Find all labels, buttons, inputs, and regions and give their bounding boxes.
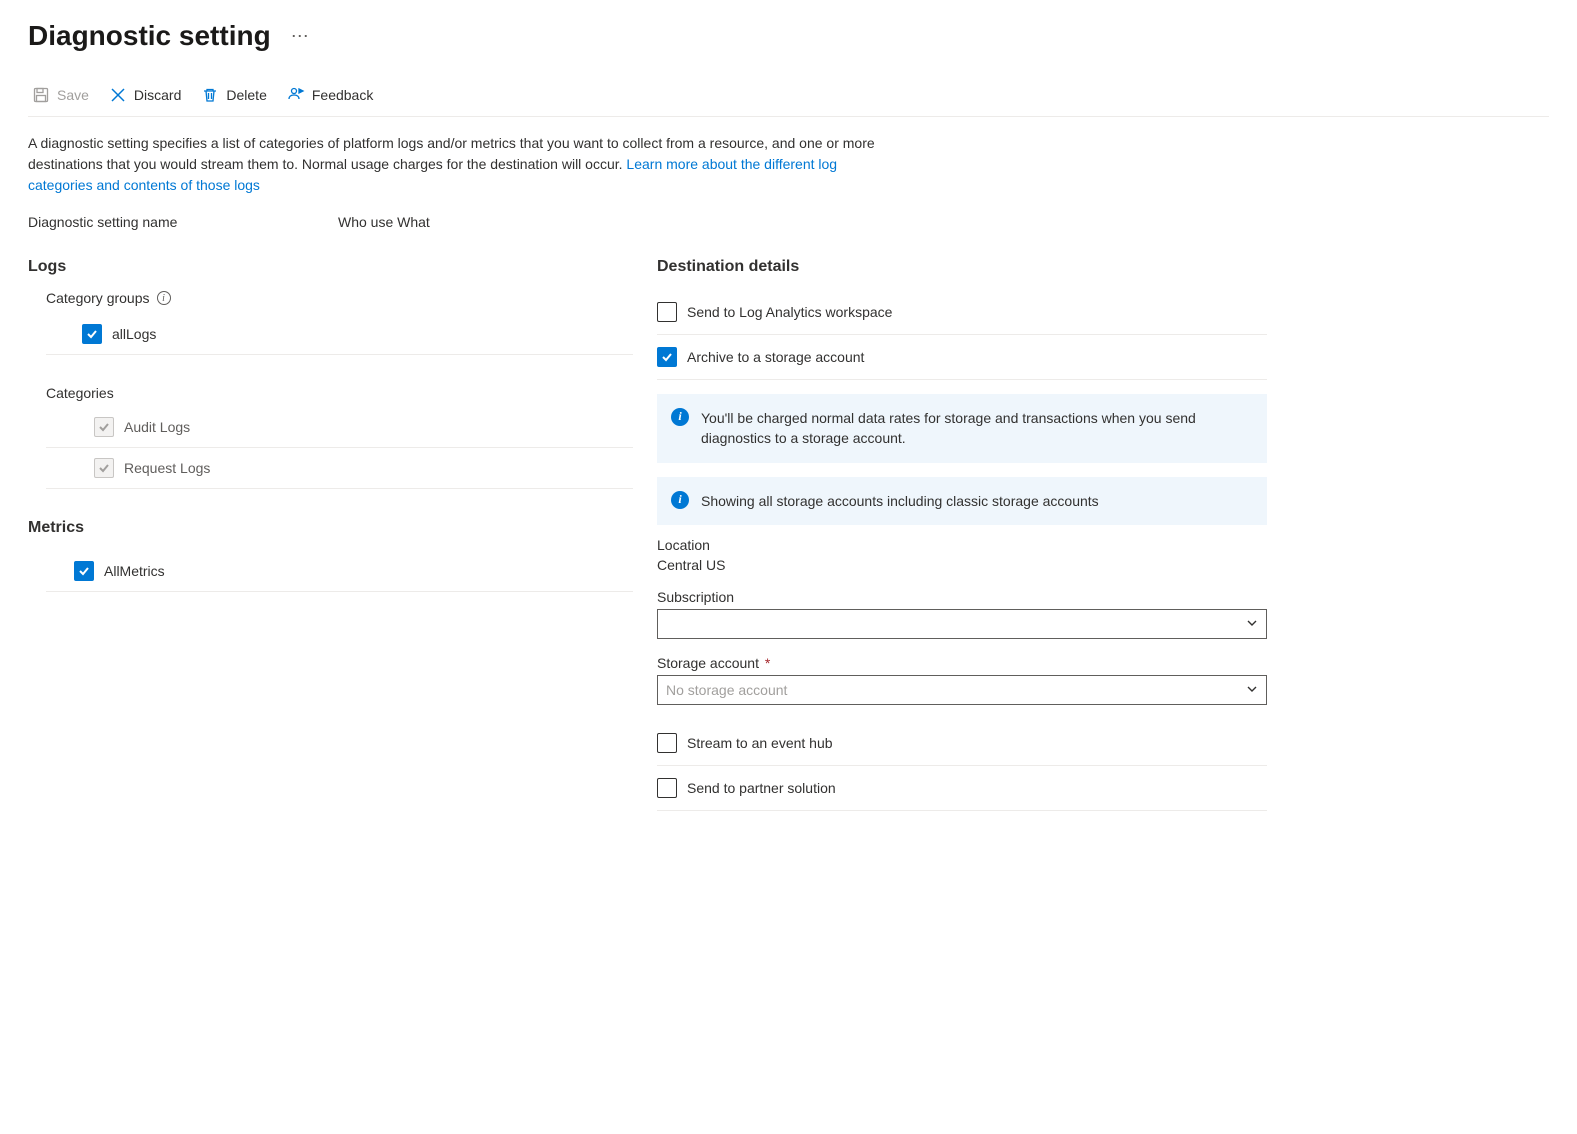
category-row-request: Request Logs: [46, 448, 633, 489]
alllogs-row: allLogs: [46, 314, 633, 355]
info-icon: i: [671, 491, 689, 509]
metrics-heading: Metrics: [28, 519, 633, 537]
audit-checkbox: [94, 417, 114, 437]
close-icon: [109, 86, 127, 104]
eventhub-checkbox[interactable]: [657, 733, 677, 753]
category-row-audit: Audit Logs: [46, 407, 633, 448]
storage-account-placeholder: No storage account: [666, 682, 787, 698]
alllogs-checkbox[interactable]: [82, 324, 102, 344]
dest-partner-row: Send to partner solution: [657, 766, 1267, 811]
subscription-select[interactable]: [657, 609, 1267, 639]
feedback-label: Feedback: [312, 87, 373, 103]
chevron-down-icon: [1246, 682, 1258, 698]
partner-label: Send to partner solution: [687, 780, 836, 796]
feedback-icon: [287, 86, 305, 104]
allmetrics-checkbox[interactable]: [74, 561, 94, 581]
discard-button[interactable]: Discard: [109, 86, 181, 104]
dest-storage-row: Archive to a storage account: [657, 335, 1267, 380]
storage-label: Archive to a storage account: [687, 349, 864, 365]
audit-label: Audit Logs: [124, 419, 190, 435]
save-label: Save: [57, 87, 89, 103]
request-checkbox: [94, 458, 114, 478]
trash-icon: [201, 86, 219, 104]
subscription-label: Subscription: [657, 589, 1267, 605]
delete-button[interactable]: Delete: [201, 86, 266, 104]
storage-info-2: i Showing all storage accounts including…: [657, 477, 1267, 525]
discard-label: Discard: [134, 87, 181, 103]
toolbar: Save Discard Delete Feedback: [28, 78, 1549, 117]
category-groups-text: Category groups: [46, 290, 150, 306]
storage-info-1: i You'll be charged normal data rates fo…: [657, 394, 1267, 463]
setting-name-value: Who use What: [338, 214, 430, 230]
allmetrics-label: AllMetrics: [104, 563, 165, 579]
storage-account-label-text: Storage account: [657, 655, 759, 671]
storage-checkbox[interactable]: [657, 347, 677, 367]
allmetrics-row: AllMetrics: [46, 551, 633, 592]
feedback-button[interactable]: Feedback: [287, 86, 373, 104]
chevron-down-icon: [1246, 616, 1258, 632]
request-label: Request Logs: [124, 460, 210, 476]
partner-checkbox[interactable]: [657, 778, 677, 798]
setting-name-label: Diagnostic setting name: [28, 214, 338, 230]
log-analytics-checkbox[interactable]: [657, 302, 677, 322]
info-icon[interactable]: i: [157, 291, 171, 305]
location-label: Location: [657, 537, 1267, 553]
description-text: A diagnostic setting specifies a list of…: [28, 133, 888, 196]
more-actions-icon[interactable]: ⋯: [291, 26, 311, 47]
save-icon: [32, 86, 50, 104]
storage-account-label: Storage account *: [657, 655, 1267, 671]
save-button[interactable]: Save: [32, 86, 89, 104]
destinations-heading: Destination details: [657, 258, 1267, 276]
log-analytics-label: Send to Log Analytics workspace: [687, 304, 892, 320]
category-groups-label: Category groups i: [46, 290, 633, 306]
logs-heading: Logs: [28, 258, 633, 276]
storage-account-select[interactable]: No storage account: [657, 675, 1267, 705]
dest-eventhub-row: Stream to an event hub: [657, 721, 1267, 766]
info-icon: i: [671, 408, 689, 426]
page-title: Diagnostic setting: [28, 20, 271, 52]
categories-label: Categories: [46, 385, 633, 401]
location-value: Central US: [657, 557, 1267, 573]
eventhub-label: Stream to an event hub: [687, 735, 833, 751]
dest-log-analytics-row: Send to Log Analytics workspace: [657, 290, 1267, 335]
alllogs-label: allLogs: [112, 326, 156, 342]
required-asterisk: *: [765, 655, 770, 671]
storage-info-1-text: You'll be charged normal data rates for …: [701, 408, 1253, 449]
delete-label: Delete: [226, 87, 266, 103]
storage-info-2-text: Showing all storage accounts including c…: [701, 491, 1099, 511]
